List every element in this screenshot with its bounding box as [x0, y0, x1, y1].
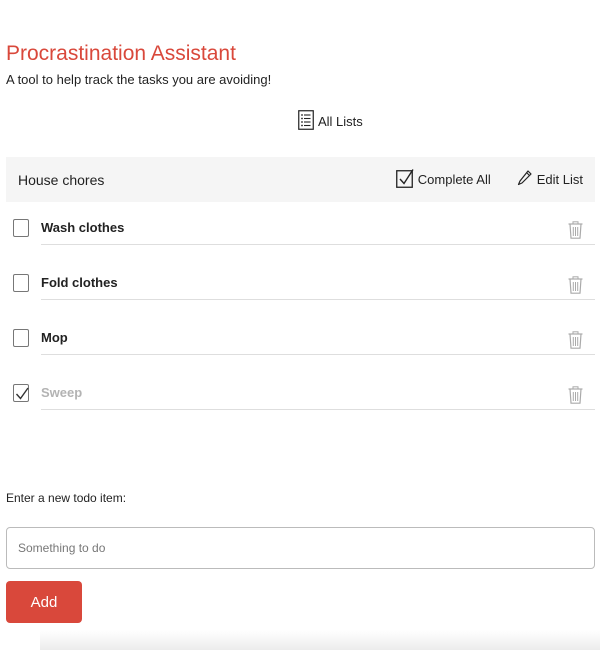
all-lists-label: All Lists	[318, 114, 363, 129]
trash-icon[interactable]	[568, 331, 583, 354]
new-item-label: Enter a new todo item:	[6, 491, 127, 505]
pencil-icon	[517, 169, 533, 190]
todo-text: Fold clothes	[41, 275, 118, 290]
app-subtitle: A tool to help track the tasks you are a…	[6, 72, 272, 87]
todo-item: Fold clothes	[6, 262, 595, 317]
todo-divider	[41, 244, 595, 245]
new-item-input[interactable]	[6, 527, 595, 569]
todo-divider	[41, 354, 595, 355]
todo-item: Sweep	[6, 372, 595, 427]
list-header: House chores Complete All Edit List	[6, 157, 595, 202]
todo-divider	[41, 299, 595, 300]
todo-text: Sweep	[41, 385, 83, 400]
todo-item: Wash clothes	[6, 207, 595, 262]
bottom-shadow	[40, 630, 600, 650]
todo-list: Wash clothes Fold clothes Mop Sweep	[6, 207, 595, 427]
todo-text: Mop	[41, 330, 68, 345]
todo-item: Mop	[6, 317, 595, 372]
todo-checkbox[interactable]	[13, 274, 29, 292]
complete-all-button[interactable]: Complete All	[395, 168, 491, 191]
all-lists-link[interactable]: All Lists	[298, 110, 363, 133]
todo-text: Wash clothes	[41, 220, 125, 235]
app-title: Procrastination Assistant	[6, 42, 236, 65]
trash-icon[interactable]	[568, 386, 583, 409]
edit-list-label: Edit List	[536, 172, 583, 187]
trash-icon[interactable]	[568, 276, 583, 299]
checked-box-icon	[395, 168, 414, 191]
list-icon	[298, 110, 314, 133]
todo-checkbox[interactable]	[13, 219, 29, 237]
todo-checkbox[interactable]	[13, 384, 29, 402]
todo-divider	[41, 409, 595, 410]
trash-icon[interactable]	[568, 221, 583, 244]
add-button[interactable]: Add	[6, 581, 82, 623]
list-name: House chores	[18, 171, 105, 188]
edit-list-button[interactable]: Edit List	[517, 169, 583, 190]
todo-checkbox[interactable]	[13, 329, 29, 347]
complete-all-label: Complete All	[417, 172, 491, 187]
